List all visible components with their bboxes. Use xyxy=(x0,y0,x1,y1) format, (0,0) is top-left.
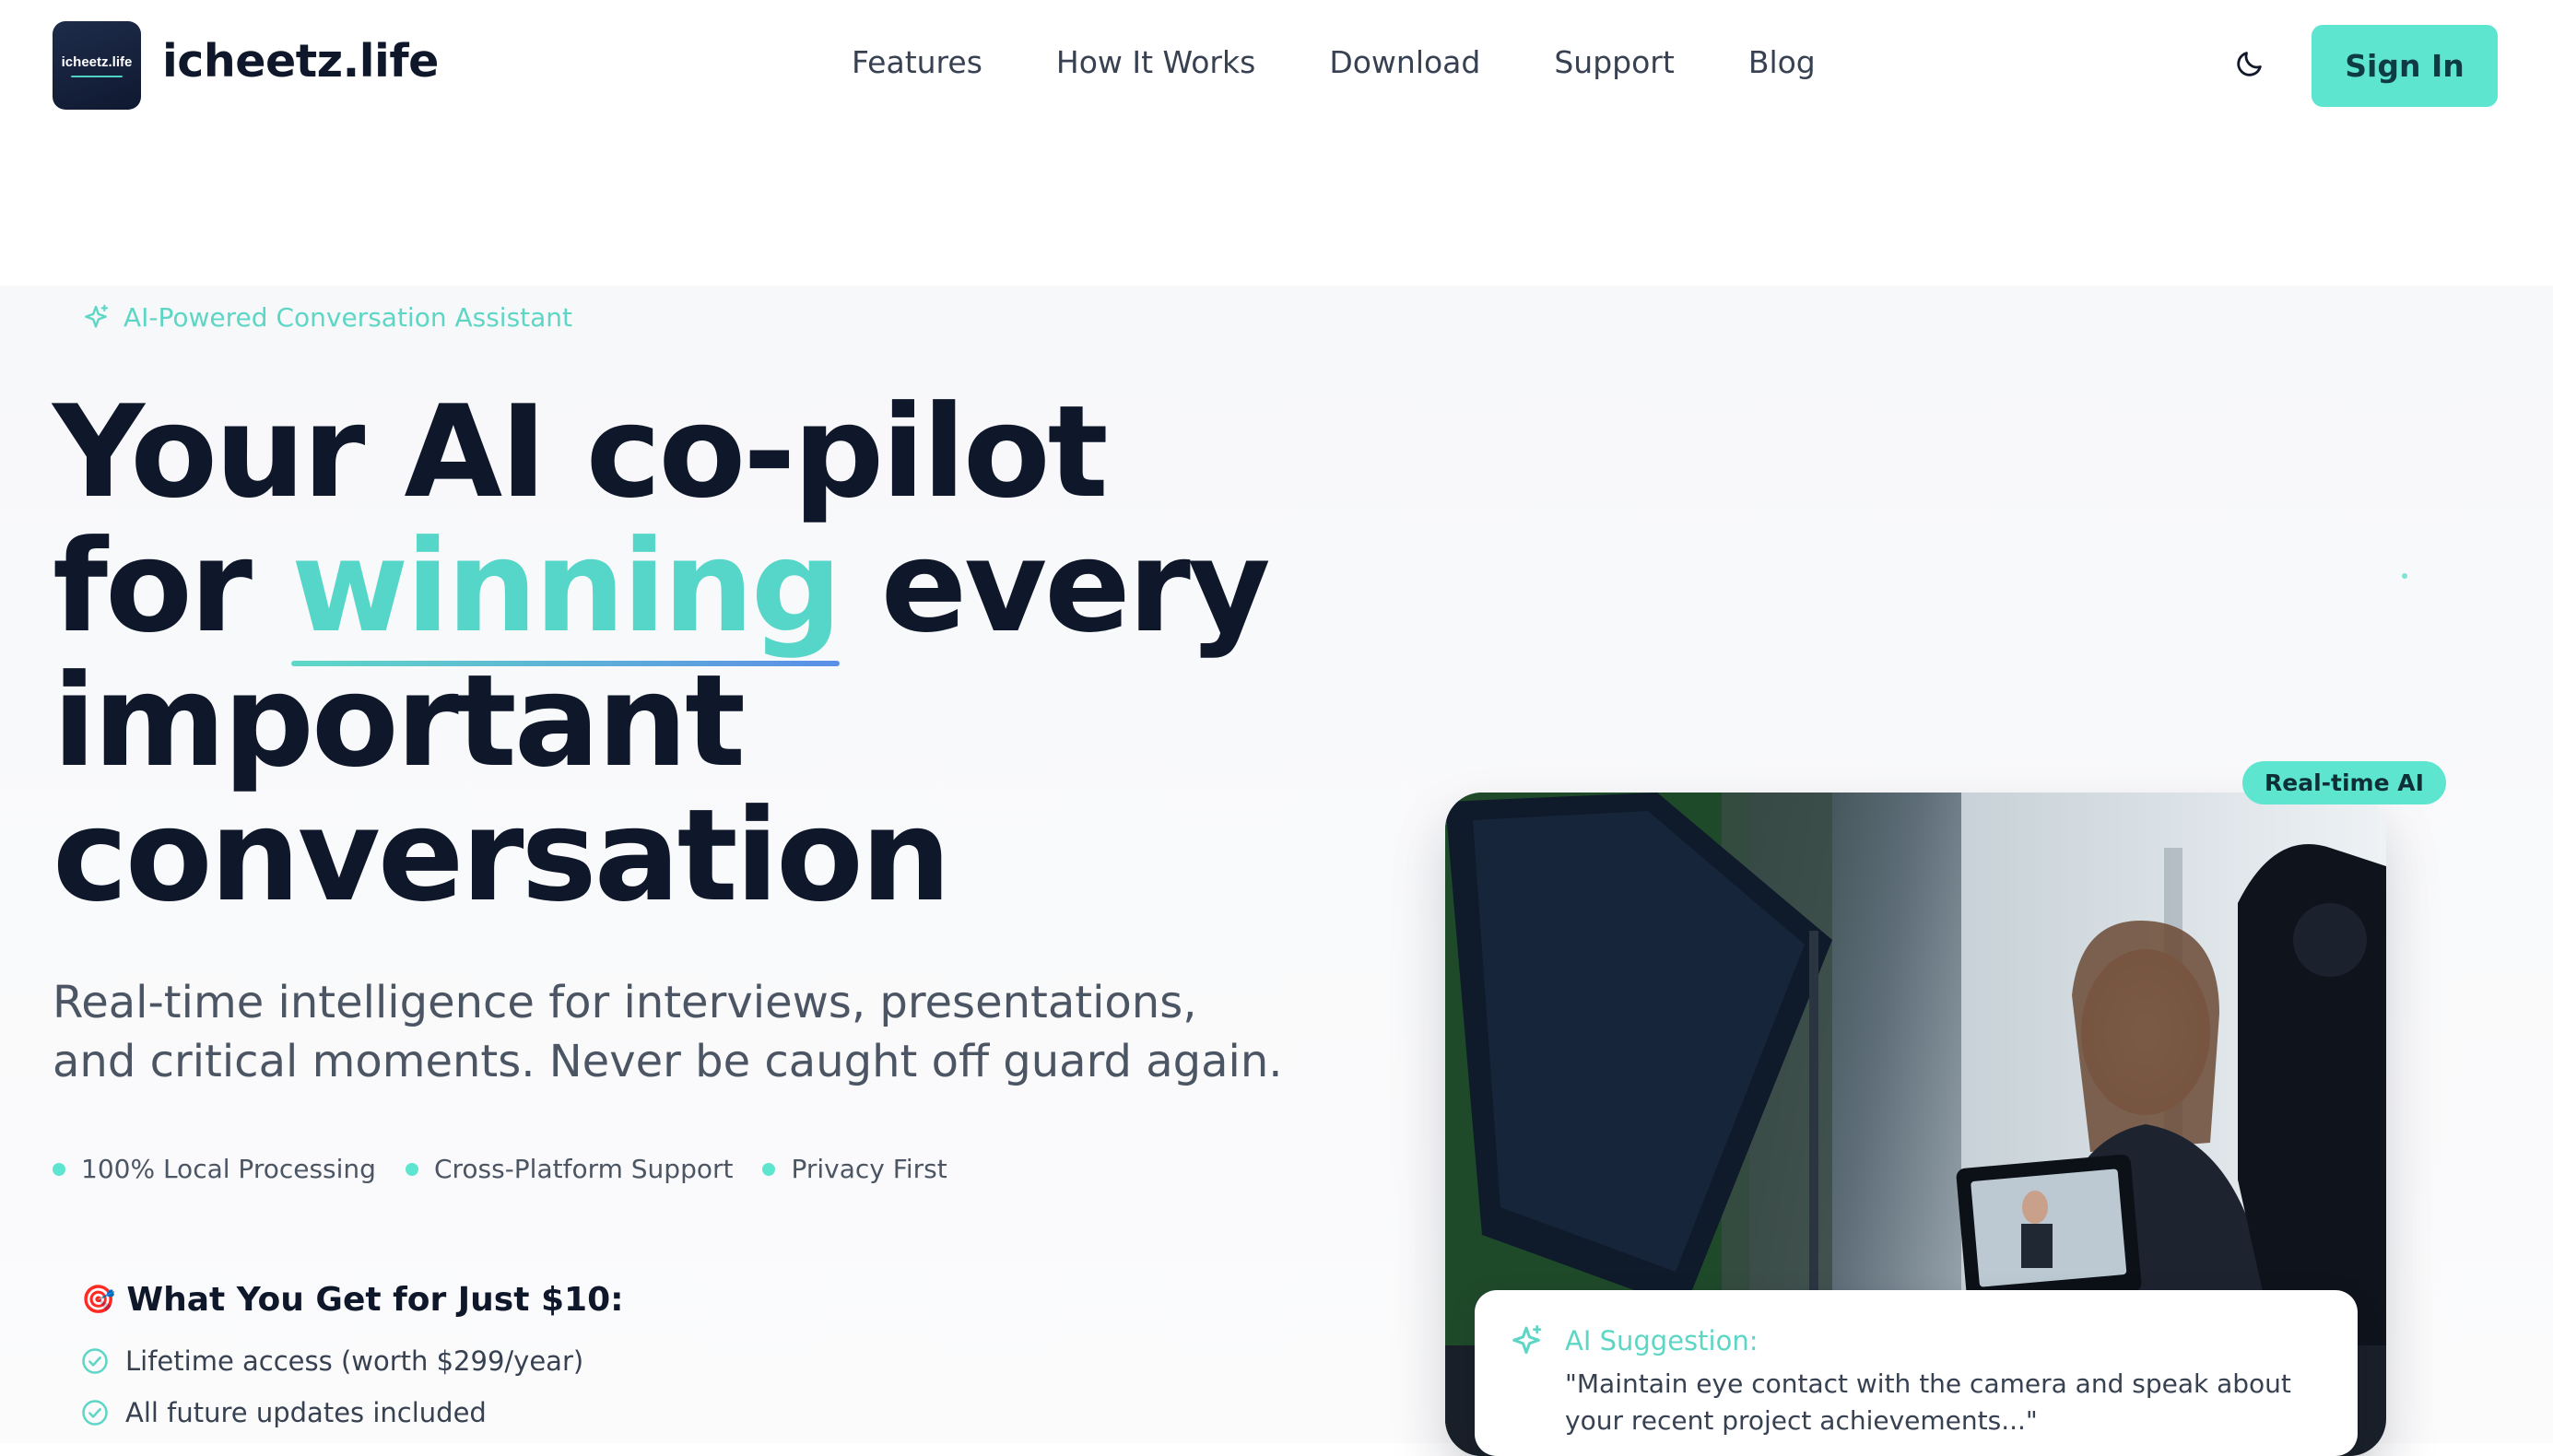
feature-item: 100% Local Processing xyxy=(53,1154,376,1184)
headline-word-every: every xyxy=(839,512,1271,661)
sign-in-button[interactable]: Sign In xyxy=(2312,25,2498,107)
nav-link-download[interactable]: Download xyxy=(1329,44,1480,80)
feature-item: Privacy First xyxy=(762,1154,947,1184)
nav-link-features[interactable]: Features xyxy=(852,44,982,80)
nav-link-support[interactable]: Support xyxy=(1554,44,1674,80)
ai-suggestion-title: AI Suggestion: xyxy=(1565,1325,1759,1356)
ai-suggestion-text: "Maintain eye contact with the camera an… xyxy=(1565,1368,2291,1436)
sparkle-icon xyxy=(85,304,109,328)
logo-text: icheetz.life xyxy=(61,53,133,70)
headline-line-1: Your AI co-pilot xyxy=(53,378,1109,526)
ai-suggestion-card: AI Suggestion: "Maintain eye contact wit… xyxy=(1475,1290,2358,1456)
offer-item: All future updates included xyxy=(81,1397,487,1428)
nav-link-blog[interactable]: Blog xyxy=(1748,44,1816,80)
feature-label: Cross-Platform Support xyxy=(433,1154,734,1184)
offer-item: Lifetime access (worth $299/year) xyxy=(81,1345,583,1377)
bullet-dot xyxy=(53,1162,65,1176)
check-circle-icon xyxy=(82,1400,108,1426)
headline-accent-word: winning xyxy=(290,512,842,661)
bullet-dot xyxy=(762,1162,776,1176)
top-navbar: icheetz.life icheetz.life Features How I… xyxy=(0,0,2553,131)
target-icon: 🎯 xyxy=(81,1284,116,1316)
sparkle-icon xyxy=(1512,1325,1542,1355)
headline-word-for: for xyxy=(53,512,291,661)
nav-links: Features How It Works Download Support B… xyxy=(852,44,1889,80)
offer-item-text: All future updates included xyxy=(125,1397,487,1428)
hero-badge-label: AI-Powered Conversation Assistant xyxy=(124,302,573,333)
headline-line-3: important xyxy=(53,647,746,795)
moon-icon[interactable] xyxy=(2234,48,2265,79)
hero-subtitle: Real-time intelligence for interviews, p… xyxy=(53,977,1283,1087)
brand-name[interactable]: icheetz.life xyxy=(162,35,439,88)
logo-underline xyxy=(71,75,123,77)
feature-item: Cross-Platform Support xyxy=(405,1154,734,1184)
offer-title: 🎯 What You Get for Just $10: xyxy=(81,1281,624,1319)
hero-badge: AI-Powered Conversation Assistant xyxy=(81,302,572,333)
logo[interactable]: icheetz.life xyxy=(53,21,141,110)
realtime-ai-badge: Real-time AI xyxy=(2242,761,2446,804)
check-circle-icon xyxy=(82,1348,108,1374)
offer-item-text: Lifetime access (worth $299/year) xyxy=(125,1345,584,1377)
headline-line-2: for winning every xyxy=(53,520,1271,654)
hero-headline: Your AI co-pilot for winning every impor… xyxy=(53,378,1271,930)
feature-label: Privacy First xyxy=(791,1154,947,1184)
headline-line-4: conversation xyxy=(53,781,951,930)
offer-title-text: What You Get for Just $10: xyxy=(126,1281,624,1319)
bullet-dot xyxy=(405,1162,418,1176)
feature-list: 100% Local Processing Cross-Platform Sup… xyxy=(53,1154,977,1184)
feature-label: 100% Local Processing xyxy=(81,1154,376,1184)
nav-link-how-it-works[interactable]: How It Works xyxy=(1056,44,1255,80)
decorative-dot xyxy=(2402,573,2407,579)
